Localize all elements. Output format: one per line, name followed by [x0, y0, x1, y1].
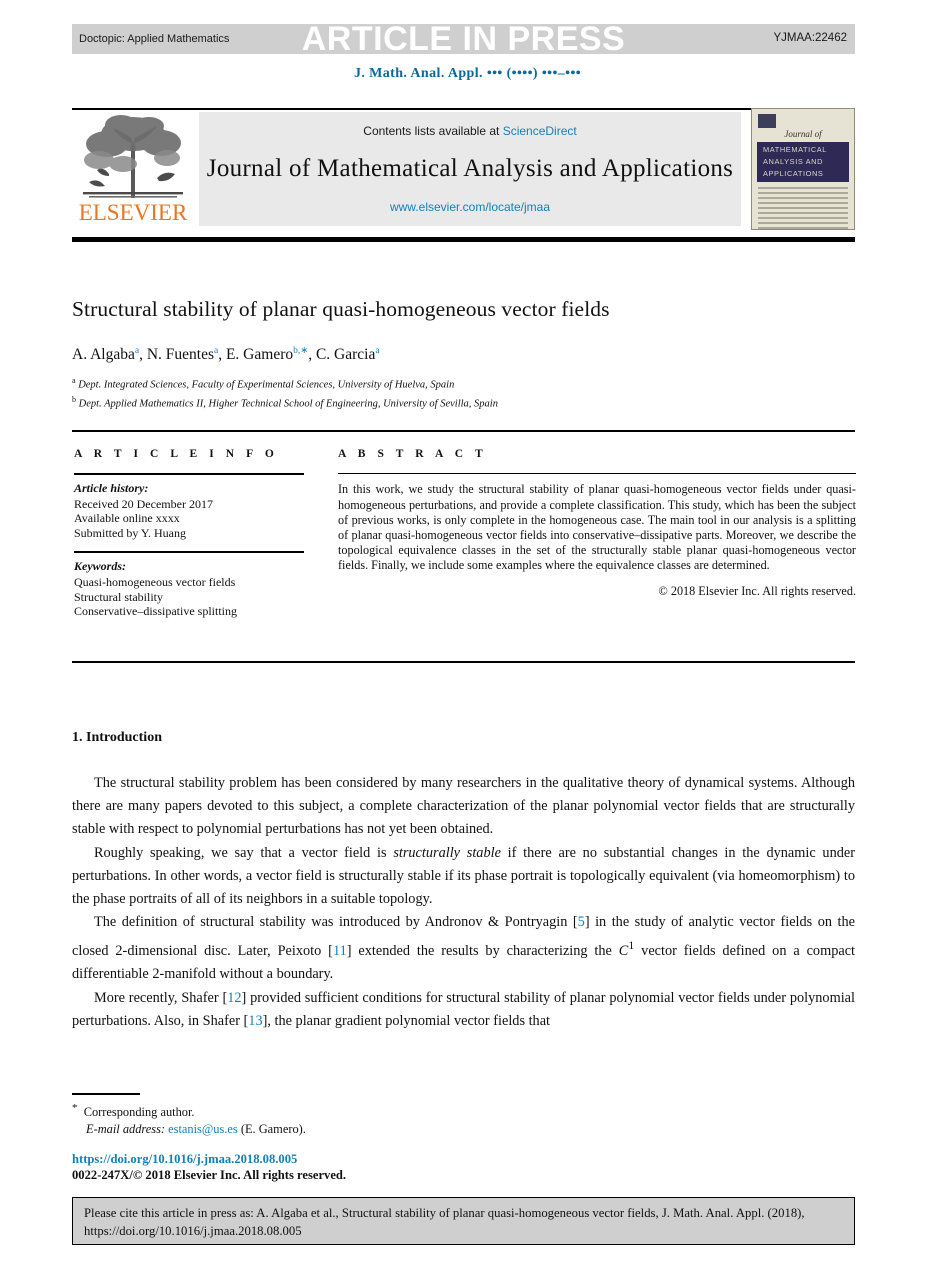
masthead-center-panel: Contents lists available at ScienceDirec… [199, 112, 741, 226]
cover-publisher-logo [758, 114, 776, 128]
affiliation-mark: b [72, 394, 76, 404]
article-history-label: Article history: [74, 480, 149, 495]
corresponding-author-mark: * [72, 1102, 78, 1114]
contents-line: Contents lists available at ScienceDirec… [363, 124, 576, 138]
section-heading-introduction: 1. Introduction [72, 730, 162, 745]
body-span: The structural stability problem has bee… [72, 775, 855, 838]
author-affiliation-mark: a [214, 346, 219, 356]
keywords-label: Keywords: [74, 558, 126, 573]
affiliation-line: a Dept. Integrated Sciences, Faculty of … [72, 376, 455, 391]
footnotes-block: * Corresponding author. E-mail address: … [72, 1100, 672, 1138]
abstract-text: In this work, we study the structural st… [338, 482, 856, 573]
issn-copyright-line: 0022-247X/© 2018 Elsevier Inc. All right… [72, 1168, 347, 1182]
cover-toc-lines [758, 187, 848, 229]
keyword-line: Conservative–dissipative splitting [74, 604, 237, 619]
article-history-line: Submitted by Y. Huang [74, 525, 187, 540]
article-in-press-watermark: ARTICLE IN PRESS [301, 20, 626, 58]
abstract-heading: A B S T R A C T [338, 448, 488, 460]
author-name: A. Algaba [72, 346, 135, 364]
keywords-lines: Quasi-homogeneous vector fields Structura… [74, 575, 304, 619]
article-history-lines: Received 20 December 2017 Available onlin… [74, 497, 304, 541]
body-span: The definition of structural stability w… [94, 914, 578, 931]
article-history-line: Received 20 December 2017 [74, 496, 213, 511]
journal-masthead: ELSEVIER Contents lists available at Sci… [72, 108, 855, 230]
email-note: E-mail address: estanis@us.es (E. Gamero… [72, 1121, 672, 1138]
masthead-top-rule [72, 108, 855, 110]
author-name: C. Garcia [315, 346, 376, 364]
body-text: The structural stability problem has bee… [72, 772, 855, 1033]
affiliation-line: b Dept. Applied Mathematics II, Higher T… [72, 394, 498, 410]
journal-title: Journal of Mathematical Analysis and App… [206, 155, 734, 182]
corresponding-author-text: Corresponding author. [83, 1105, 195, 1120]
keyword-line: Structural stability [74, 589, 163, 604]
pii-label: YJMAA:22462 [773, 32, 847, 44]
author-name: E. Gamero [225, 346, 294, 364]
cover-band-line-3: APPLICATIONS [763, 169, 824, 178]
masthead-bottom-rule [72, 237, 855, 242]
email-owner: (E. Gamero). [240, 1122, 306, 1137]
body-paragraph: Roughly speaking, we say that a vector f… [72, 842, 855, 912]
affiliation-mark: a [72, 376, 76, 385]
article-info-block: A R T I C L E I N F O Article history: R… [74, 448, 304, 619]
sciencedirect-link[interactable]: ScienceDirect [503, 124, 577, 138]
affiliation-list: a Dept. Integrated Sciences, Faculty of … [72, 374, 872, 411]
corresponding-author-note: * Corresponding author. [72, 1100, 672, 1121]
email-address-label: E-mail address: [86, 1122, 166, 1137]
email-address-link[interactable]: estanis@us.es [168, 1122, 238, 1136]
body-paragraph: The structural stability problem has bee… [72, 772, 855, 842]
contents-prefix: Contents lists available at [363, 124, 503, 138]
journal-cover-thumbnail: Journal of MATHEMATICAL ANALYSIS AND APP… [751, 108, 855, 230]
please-cite-box: Please cite this article in press as: A.… [72, 1197, 855, 1245]
article-in-press-band: Doctopic: Applied Mathematics ARTICLE IN… [72, 20, 855, 58]
cover-band-line-1: MATHEMATICAL [763, 145, 827, 154]
article-info-rule-1 [74, 473, 304, 475]
cover-title-band: MATHEMATICAL ANALYSIS AND APPLICATIONS [757, 142, 849, 182]
body-span: Roughly speaking, we say that a vector f… [94, 844, 394, 861]
elsevier-wordmark: ELSEVIER [78, 200, 188, 225]
doi-link[interactable]: https://doi.org/10.1016/j.jmaa.2018.08.0… [72, 1152, 297, 1167]
body-span: ], the planar gradient polynomial vector… [262, 1012, 551, 1029]
emphasis-text: C [618, 943, 629, 960]
body-paragraph: The definition of structural stability w… [72, 911, 855, 986]
author-list: A. Algabaa, N. Fuentesa, E. Gamerob,∗, C… [72, 346, 380, 364]
author-name: N. Fuentes [146, 346, 214, 364]
footnote-rule [72, 1093, 140, 1095]
journal-url-link[interactable]: www.elsevier.com/locate/jmaa [390, 200, 550, 214]
abstract-rule [338, 473, 856, 475]
citation-link[interactable]: 12 [227, 990, 241, 1006]
article-info-rule-2 [74, 551, 304, 553]
keyword-line: Quasi-homogeneous vector fields [74, 574, 236, 589]
cover-band-line-2: ANALYSIS AND [763, 157, 824, 166]
page-title: Structural stability of planar quasi-hom… [72, 297, 610, 321]
citation-link[interactable]: 5 [578, 914, 585, 930]
citation-link[interactable]: 13 [248, 1013, 262, 1029]
article-history-line: Available online xxxx [74, 511, 180, 526]
elsevier-tree-icon [83, 115, 183, 198]
body-span: ] extended the results by characterizing… [346, 943, 619, 960]
body-span: More recently, Shafer [ [94, 989, 228, 1006]
body-paragraph: More recently, Shafer [12] provided suff… [72, 987, 855, 1033]
article-info-heading: A R T I C L E I N F O [74, 448, 279, 460]
emphasis-text: structurally stable [393, 844, 501, 861]
cover-journal-of: Journal of [784, 129, 822, 139]
info-top-rule [72, 430, 855, 432]
running-head: J. Math. Anal. Appl. ••• (••••) •••–••• [353, 66, 582, 81]
citation-link[interactable]: 11 [333, 943, 347, 959]
author-affiliation-mark: a [375, 346, 380, 356]
abstract-copyright: © 2018 Elsevier Inc. All rights reserved… [658, 583, 856, 598]
abstract-bottom-rule [72, 661, 855, 663]
elsevier-logo: ELSEVIER [75, 112, 191, 228]
author-affiliation-mark: b,∗ [293, 346, 309, 356]
abstract-block: A B S T R A C T In this work, we study t… [338, 448, 856, 599]
author-affiliation-mark: a [134, 346, 140, 356]
